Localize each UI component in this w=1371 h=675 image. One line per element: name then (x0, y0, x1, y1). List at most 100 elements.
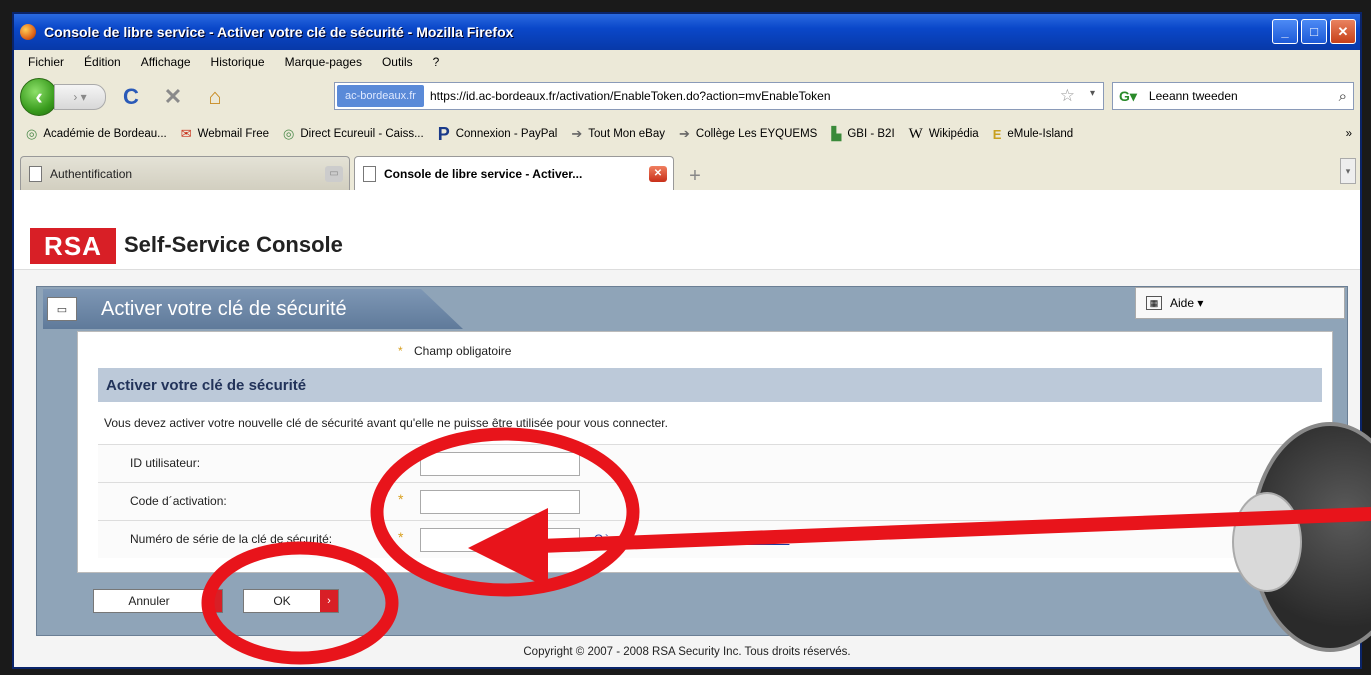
menu-historique[interactable]: Historique (211, 55, 265, 69)
tab-close-icon[interactable]: ✕ (649, 165, 667, 182)
bookmarks-bar: ◎ Académie de Bordeau... ✉ Webmail Free ◎ D… (14, 120, 1360, 148)
cancel-button[interactable]: Annuler › (93, 589, 223, 613)
browser-window: Console de libre service - Activer votre… (12, 12, 1362, 669)
paypal-icon: P (437, 123, 450, 144)
bookmark-webmail-free[interactable]: ✉ Webmail Free (181, 126, 269, 142)
page-icon (363, 165, 376, 182)
console-title: Self-Service Console (124, 232, 343, 257)
title-bar: Console de libre service - Activer votre… (14, 14, 1360, 50)
banner-title: Activer votre clé de sécurité (101, 297, 347, 320)
site-identity-button[interactable]: ac-bordeaux.fr (337, 85, 424, 107)
close-button[interactable]: ✕ (1330, 19, 1356, 44)
instruction-text: Vous devez activer votre nouvelle clé de… (104, 416, 668, 430)
bookmark-paypal[interactable]: P Connexion - PayPal (438, 124, 558, 145)
menu-fichier[interactable]: Fichier (28, 55, 64, 69)
arrow-icon: ➔ (679, 126, 690, 141)
menu-outils[interactable]: Outils (382, 55, 413, 69)
bookmark-emule-island[interactable]: EeMule-Island (993, 127, 1074, 142)
help-label: Aide ▾ (1170, 296, 1204, 310)
bookmark-star-icon[interactable]: ☆ (1060, 86, 1075, 106)
bookmark-label: Webmail Free (197, 128, 270, 140)
arrow-icon: › (204, 590, 222, 612)
bookmark-label: Académie de Bordeau... (43, 128, 167, 140)
emule-icon: E (992, 126, 1002, 142)
required-asterisk: * (398, 491, 404, 507)
search-icon[interactable]: ⌕ (1339, 88, 1347, 105)
menu-marque-pages[interactable]: Marque-pages (285, 55, 362, 69)
navigation-toolbar: ‹ › ▾ C ✕ ⌂ ac-bordeaux.fr https://id.ac… (14, 74, 1360, 120)
menu-help[interactable]: ? (433, 55, 440, 69)
ok-button[interactable]: OK › (243, 589, 339, 613)
reload-button[interactable]: C (114, 82, 148, 112)
forward-button[interactable]: › ▾ (54, 84, 106, 110)
help-menu[interactable]: ▦ Aide ▾ (1135, 287, 1345, 319)
form-row-serial-number: Numéro de série de la clé de sécurité: *… (98, 520, 1322, 558)
bookmark-direct-ecureuil[interactable]: ◎ Direct Ecureuil - Caiss... (283, 126, 424, 142)
search-bar[interactable]: G▾ Leeann tweeden ⌕ (1112, 82, 1354, 110)
activation-code-label: Code d´activation: (130, 494, 227, 508)
arrow-icon: › (320, 590, 338, 612)
user-id-input[interactable] (420, 452, 580, 476)
form-container: * Champ obligatoire Activer votre clé de… (77, 331, 1333, 573)
bookmark-wikipedia[interactable]: W Wikipédia (909, 126, 979, 143)
activation-code-input[interactable] (420, 490, 580, 514)
home-button[interactable]: ⌂ (198, 82, 232, 112)
globe-icon: ◎ (26, 126, 38, 141)
new-tab-button[interactable]: + (682, 162, 708, 190)
section-title: Activer votre clé de sécurité (98, 368, 1322, 402)
bookmark-label: Tout Mon eBay (588, 128, 665, 140)
tab-list-button[interactable]: ▾ (1340, 158, 1356, 184)
cancel-label: Annuler (128, 594, 170, 608)
bookmark-label: GBI - B2I (847, 128, 895, 140)
url-bar[interactable]: ac-bordeaux.fr https://id.ac-bordeaux.fr… (334, 82, 1104, 110)
tab-close-icon[interactable]: ▭ (325, 165, 343, 182)
stop-button[interactable]: ✕ (156, 82, 190, 112)
search-input[interactable]: Leeann tweeden (1149, 89, 1238, 103)
url-text[interactable]: https://id.ac-bordeaux.fr/activation/Ena… (430, 89, 831, 103)
serial-number-label: Numéro de série de la clé de sécurité: (130, 532, 333, 546)
copyright-text: Copyright © 2007 - 2008 RSA Security Inc… (523, 646, 851, 658)
tab-authentification[interactable]: Authentification ▭ (20, 156, 350, 190)
bookmarks-overflow-button[interactable]: » (1346, 128, 1352, 140)
form-row-user-id: ID utilisateur: (98, 444, 1322, 482)
menu-affichage[interactable]: Affichage (141, 55, 191, 69)
bookmark-ebay[interactable]: ➔ Tout Mon eBay (571, 126, 665, 142)
tab-label: Authentification (50, 166, 133, 181)
required-note: * Champ obligatoire (398, 344, 511, 358)
bookmark-academie[interactable]: ◎ Académie de Bordeau... (26, 126, 167, 142)
maximize-button[interactable]: □ (1301, 19, 1327, 44)
serial-number-input[interactable] (420, 528, 580, 552)
minimize-button[interactable]: _ (1272, 19, 1298, 44)
decorative-badge-inner (1232, 492, 1302, 592)
back-button[interactable]: ‹ (20, 78, 58, 116)
rsa-header: RSA Self-Service Console (14, 190, 1360, 270)
bookmark-gbi-b2i[interactable]: ▙ GBI - B2I (831, 126, 894, 142)
page-banner: ▭ Activer votre clé de sécurité (43, 289, 463, 329)
bookmark-label: Collège Les EYQUEMS (695, 128, 818, 140)
wikipedia-icon: W (908, 125, 923, 142)
tab-console[interactable]: Console de libre service - Activer... ✕ (354, 156, 674, 190)
serial-help-link[interactable]: Où se trouve mon numéro de série ? (594, 532, 789, 546)
card-icon: ▭ (47, 297, 77, 321)
window-title: Console de libre service - Activer votre… (44, 24, 514, 40)
user-id-label: ID utilisateur: (130, 456, 201, 470)
help-icon: ▦ (1146, 296, 1162, 310)
bookmark-label: eMule-Island (1007, 128, 1074, 140)
required-asterisk: * (398, 529, 404, 545)
bookmark-label: Connexion - PayPal (455, 128, 558, 140)
form-row-activation-code: Code d´activation: * (98, 482, 1322, 520)
bookmark-label: Wikipédia (928, 128, 979, 140)
menu-bar: Fichier Édition Affichage Historique Mar… (14, 50, 1360, 74)
page-icon (29, 165, 42, 182)
arrow-icon: ➔ (571, 126, 583, 141)
rsa-logo: RSA (30, 228, 116, 264)
mail-icon: ✉ (180, 126, 192, 141)
url-dropdown-icon[interactable]: ▾ (1090, 88, 1095, 99)
menu-edition[interactable]: Édition (84, 55, 121, 69)
chart-icon: ▙ (831, 126, 842, 141)
tab-label: Console de libre service - Activer... (384, 166, 583, 181)
page-content: RSA Self-Service Console ▭ Activer votre… (14, 190, 1360, 667)
globe-icon: ◎ (283, 126, 295, 141)
bookmark-college[interactable]: ➔ Collège Les EYQUEMS (679, 126, 817, 142)
search-engine-icon[interactable]: G▾ (1119, 88, 1137, 105)
